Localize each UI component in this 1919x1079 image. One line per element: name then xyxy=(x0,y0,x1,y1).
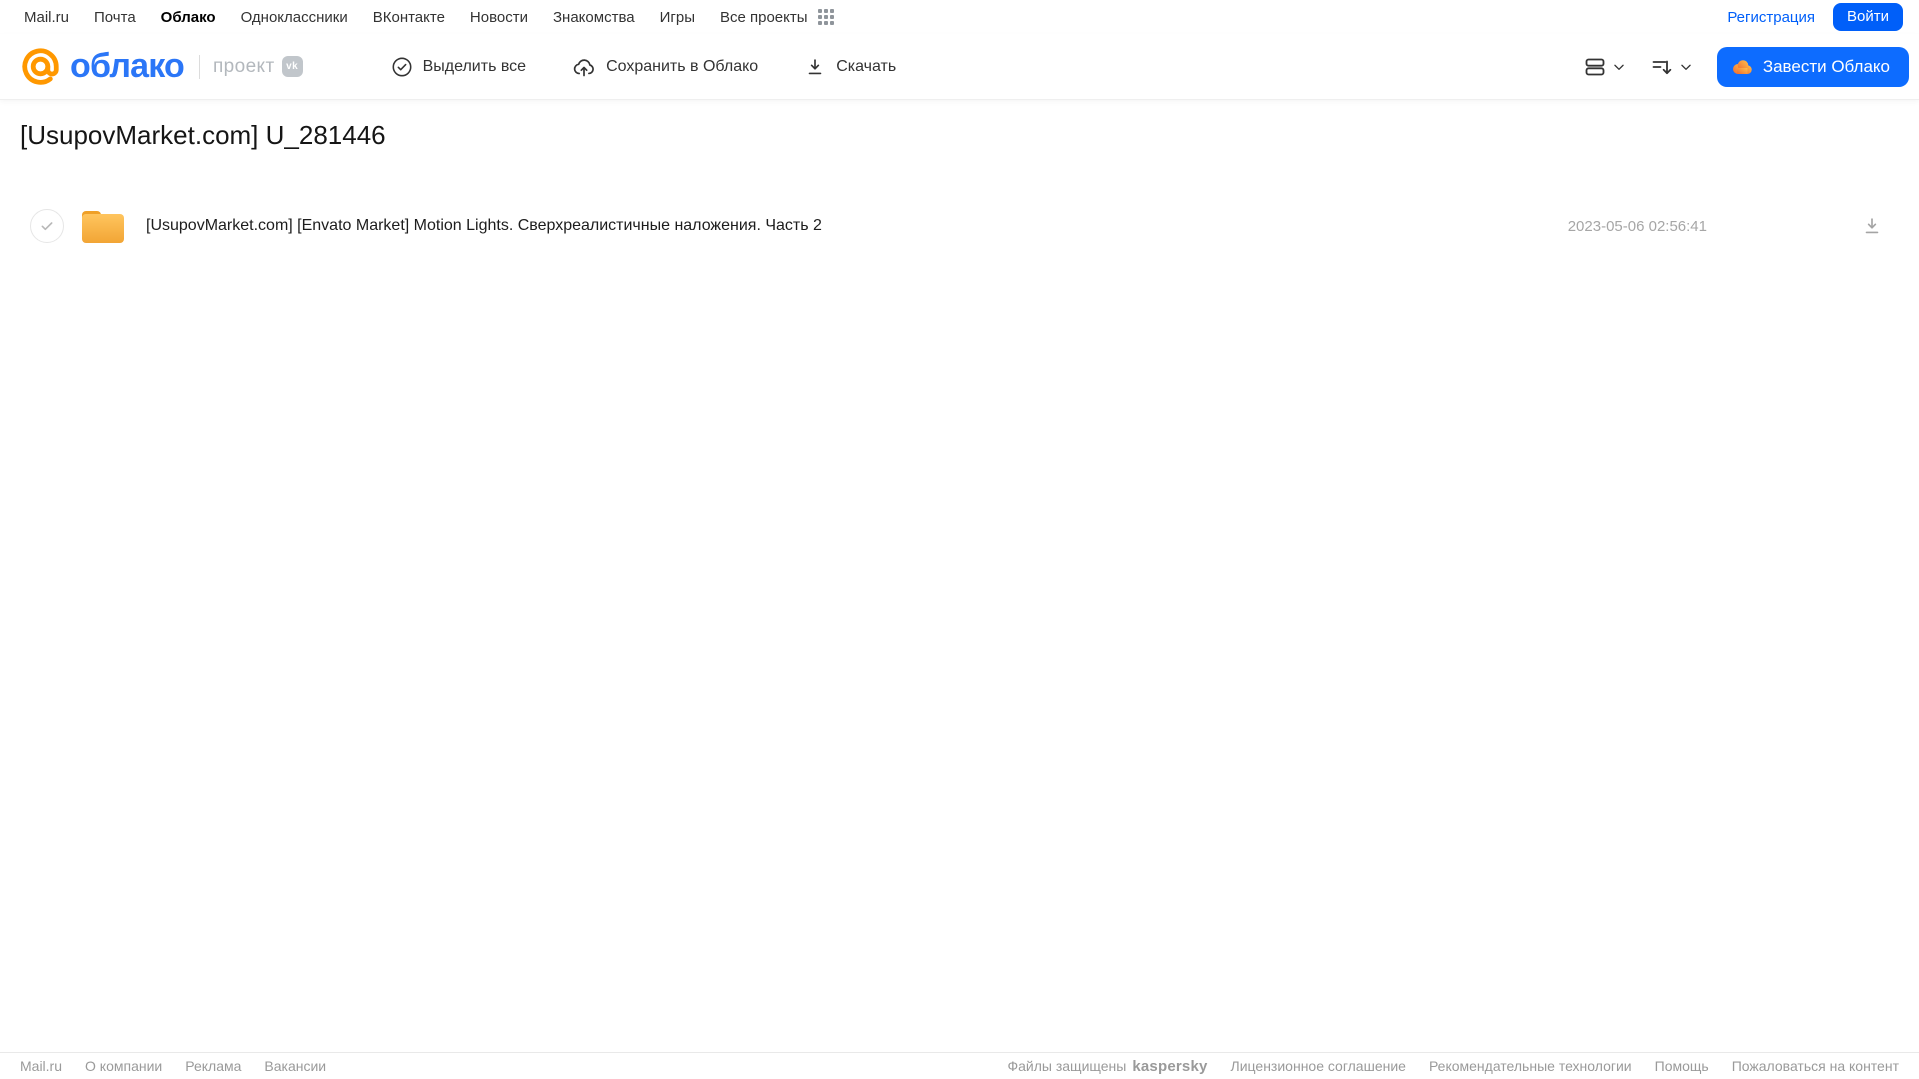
project-text: проект xyxy=(212,55,275,77)
footer-link-help[interactable]: Помощь xyxy=(1655,1058,1709,1074)
cloud-share-page: Mail.ru Почта Облако Одноклассники ВКонт… xyxy=(0,0,1919,1079)
get-cloud-button[interactable]: Завести Облако xyxy=(1716,46,1909,87)
view-mode-dropdown[interactable] xyxy=(1583,55,1626,79)
cloud-header: облако проект vk Выделить все Сохранить … xyxy=(0,34,1919,100)
save-to-cloud-label: Сохранить в Облако xyxy=(606,57,759,75)
file-name-link[interactable]: [UsupovMarket.com] [Envato Market] Motio… xyxy=(146,217,822,235)
registration-link[interactable]: Регистрация xyxy=(1727,9,1815,26)
save-to-cloud-button[interactable]: Сохранить в Облако xyxy=(572,55,758,79)
topnav-item-all-projects[interactable]: Все проекты xyxy=(720,9,808,26)
main-content: [UsupovMarket.com] U_281446 [UsupovMarke… xyxy=(0,120,1919,254)
vk-badge-icon: vk xyxy=(281,56,303,77)
file-toolbar: Выделить все Сохранить в Облако Скачать xyxy=(391,55,896,79)
chevron-down-icon xyxy=(1612,60,1626,74)
kaspersky-protection: Файлы защищены kaspersky xyxy=(1007,1058,1207,1075)
sort-dropdown[interactable] xyxy=(1650,55,1693,79)
file-row[interactable]: [UsupovMarket.com] [Envato Market] Motio… xyxy=(0,198,1919,254)
topnav-item-vkontakte[interactable]: ВКонтакте xyxy=(373,9,445,26)
folder-icon xyxy=(80,207,126,245)
check-circle-icon xyxy=(391,56,413,78)
cloud-logo[interactable]: облако xyxy=(18,44,185,89)
get-cloud-label: Завести Облако xyxy=(1762,56,1890,76)
select-all-button[interactable]: Выделить все xyxy=(391,55,526,79)
topnav-item-dating[interactable]: Знакомства xyxy=(553,9,635,26)
cloud-logo-text: облако xyxy=(70,47,185,85)
page-title: [UsupovMarket.com] U_281446 xyxy=(20,120,386,150)
cloud-logo-icon xyxy=(1730,55,1754,79)
checkmark-icon xyxy=(41,222,53,231)
footer-right-links: Файлы защищены kaspersky Лицензионное со… xyxy=(1007,1058,1899,1075)
chevron-down-icon xyxy=(1679,60,1693,74)
footer-link-about[interactable]: О компании xyxy=(85,1058,162,1074)
apps-grid-icon[interactable] xyxy=(817,8,835,26)
kaspersky-prefix-label: Файлы защищены xyxy=(1007,1058,1127,1074)
footer-link-recommendation-tech[interactable]: Рекомендательные технологии xyxy=(1429,1058,1632,1074)
select-checkbox[interactable] xyxy=(30,209,64,243)
topbar-auth: Регистрация Войти xyxy=(1727,3,1903,31)
cloud-upload-icon xyxy=(572,55,596,79)
footer-link-license[interactable]: Лицензионное соглашение xyxy=(1231,1058,1406,1074)
mailru-at-icon xyxy=(18,44,63,89)
topnav-item-mail[interactable]: Почта xyxy=(94,9,136,26)
download-all-button[interactable]: Скачать xyxy=(804,55,896,79)
topnav-item-cloud[interactable]: Облако xyxy=(161,9,216,26)
download-icon xyxy=(804,56,826,78)
select-all-label: Выделить все xyxy=(422,57,527,75)
footer-link-report-content[interactable]: Пожаловаться на контент xyxy=(1732,1058,1899,1074)
file-date: 2023-05-06 02:56:41 xyxy=(1567,217,1707,235)
footer-link-jobs[interactable]: Вакансии xyxy=(264,1058,326,1074)
row-download-button[interactable] xyxy=(1861,215,1883,237)
download-icon xyxy=(1865,218,1879,234)
footer-left-links: Mail.ru О компании Реклама Вакансии xyxy=(20,1058,326,1074)
footer-link-ads[interactable]: Реклама xyxy=(185,1058,241,1074)
logo-divider xyxy=(198,54,200,79)
footer-link-mailru[interactable]: Mail.ru xyxy=(20,1058,62,1074)
topnav-item-games[interactable]: Игры xyxy=(660,9,695,26)
list-view-icon xyxy=(1583,55,1607,79)
portal-topbar: Mail.ru Почта Облако Одноклассники ВКонт… xyxy=(0,0,1919,34)
header-right-controls: Завести Облако xyxy=(1583,46,1909,87)
topnav-item-news[interactable]: Новости xyxy=(470,9,528,26)
login-button[interactable]: Войти xyxy=(1833,3,1903,31)
vk-project-label: проект vk xyxy=(213,56,303,78)
sort-icon xyxy=(1650,55,1674,79)
topnav-item-mailru[interactable]: Mail.ru xyxy=(24,9,69,26)
kaspersky-logo[interactable]: kaspersky xyxy=(1132,1058,1207,1075)
download-label: Скачать xyxy=(836,57,897,75)
page-footer: Mail.ru О компании Реклама Вакансии Файл… xyxy=(0,1052,1919,1079)
topnav-item-odnoklassniki[interactable]: Одноклассники xyxy=(241,9,348,26)
topnav-all-projects-group[interactable]: Все проекты xyxy=(720,8,835,26)
